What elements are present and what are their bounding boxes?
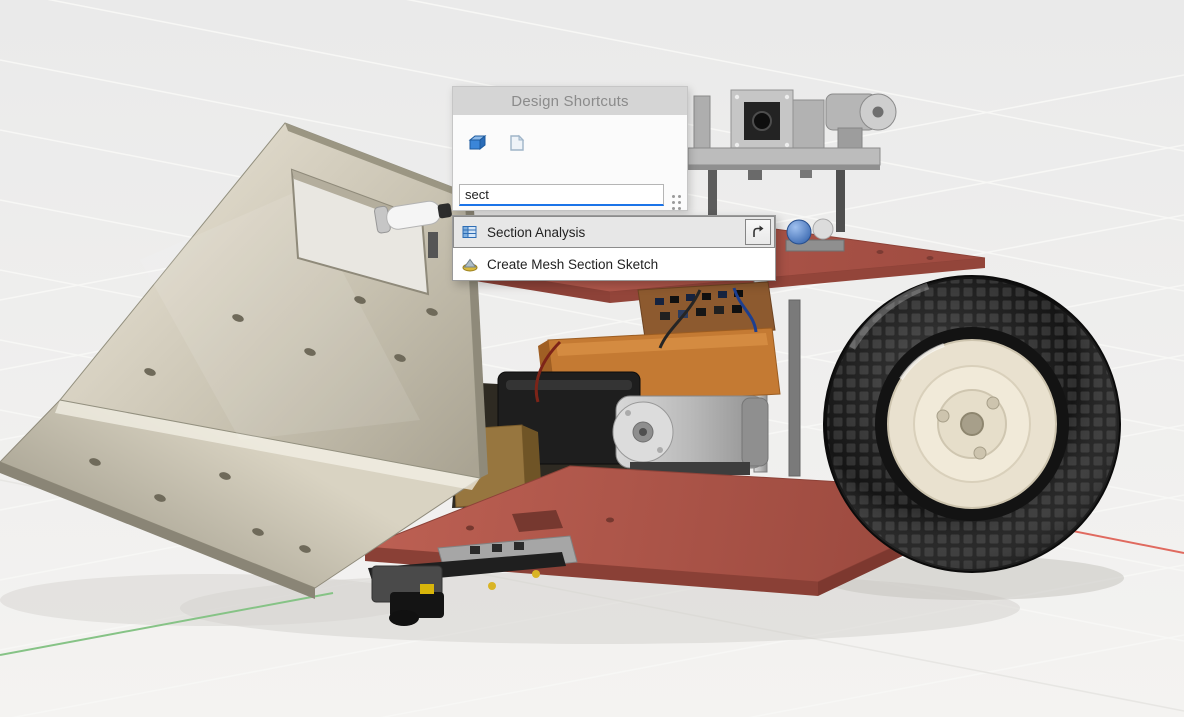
promote-arrow-icon[interactable] bbox=[745, 219, 771, 245]
solid-box-icon[interactable] bbox=[465, 131, 489, 155]
right-wheel bbox=[825, 277, 1119, 571]
application-window: Design Shortcuts bbox=[0, 0, 1184, 717]
section-analysis-icon bbox=[461, 223, 479, 241]
sketch-document-icon[interactable] bbox=[505, 131, 529, 155]
panel-title: Design Shortcuts bbox=[511, 93, 628, 110]
shortcut-search-input[interactable] bbox=[459, 184, 664, 206]
drive-motor bbox=[613, 396, 768, 475]
shortcut-icons-row bbox=[453, 115, 687, 155]
cylinder-support bbox=[428, 232, 438, 258]
suggestion-label: Create Mesh Section Sketch bbox=[487, 257, 658, 272]
mesh-section-sketch-icon bbox=[461, 255, 479, 273]
suggestion-section-analysis[interactable]: Section Analysis bbox=[453, 216, 775, 248]
resize-grip[interactable] bbox=[672, 195, 682, 211]
camera-mount-assembly bbox=[688, 90, 896, 232]
design-shortcuts-panel: Design Shortcuts bbox=[452, 86, 688, 211]
search-suggestions-dropdown: Section Analysis Create Mesh Section Ske… bbox=[452, 215, 776, 281]
suggestion-create-mesh-section-sketch[interactable]: Create Mesh Section Sketch bbox=[453, 248, 775, 280]
suggestion-label: Section Analysis bbox=[487, 225, 585, 240]
panel-header[interactable]: Design Shortcuts bbox=[453, 87, 687, 115]
